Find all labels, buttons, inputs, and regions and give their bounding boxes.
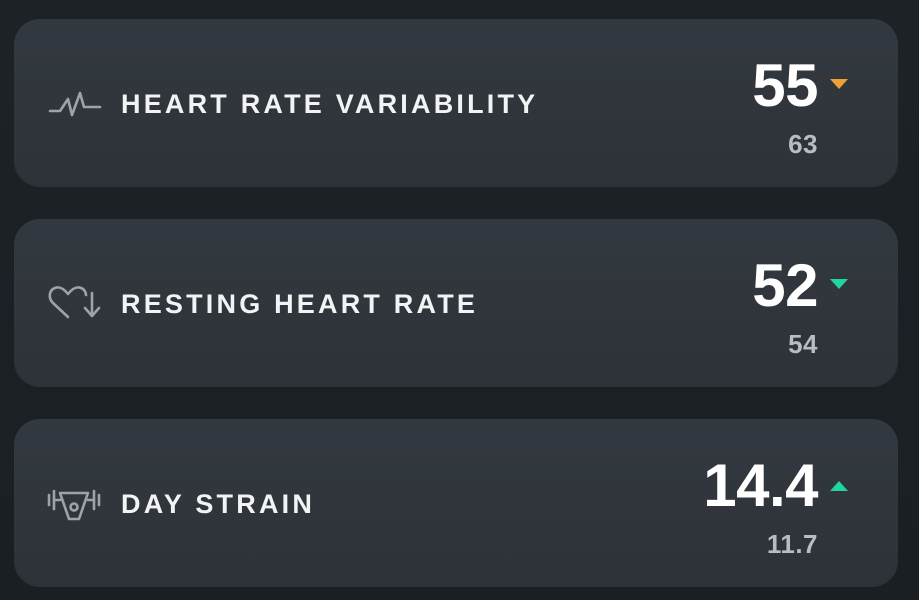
metric-baseline: 63 <box>788 129 818 159</box>
heart-down-arrow-icon <box>46 281 102 325</box>
metric-label: DAY STRAIN <box>121 489 316 519</box>
metric-baseline: 54 <box>788 329 818 359</box>
metric-label: RESTING HEART RATE <box>121 289 479 319</box>
strain-dumbbell-icon <box>46 481 102 525</box>
metric-baseline: 11.7 <box>766 529 818 559</box>
metric-value: 55 <box>752 52 818 119</box>
trend-down-icon <box>830 279 848 289</box>
trend-up-icon <box>830 481 848 491</box>
metric-label: HEART RATE VARIABILITY <box>121 89 539 119</box>
metric-card-day-strain[interactable]: DAY STRAIN 14.4 11.7 <box>14 419 898 587</box>
metric-value: 14.4 <box>703 452 818 519</box>
metric-card-resting-heart-rate[interactable]: RESTING HEART RATE 52 54 <box>14 219 898 387</box>
metric-value: 52 <box>752 252 818 319</box>
metrics-list: HEART RATE VARIABILITY 55 63 RESTING HEA… <box>0 0 919 600</box>
trend-down-icon <box>830 79 848 89</box>
metric-card-hrv[interactable]: HEART RATE VARIABILITY 55 63 <box>14 19 898 187</box>
hrv-pulse-icon <box>46 81 102 125</box>
